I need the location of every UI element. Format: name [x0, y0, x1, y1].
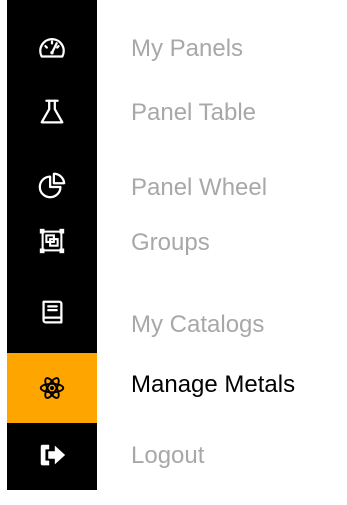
group-objects-icon [7, 206, 97, 276]
menu-item-label: My Panels [131, 35, 244, 62]
menu-item-label: Manage Metals [131, 371, 296, 398]
menu-item-label: Groups [131, 229, 210, 256]
logout-arrow-icon [7, 420, 97, 490]
sidebar-menu: My Panels Panel Table Panel Wheel Groups… [0, 0, 347, 505]
menu-item-my-catalogs[interactable]: My Catalogs [0, 277, 347, 347]
atom-icon [7, 353, 97, 423]
menu-item-my-panels[interactable]: My Panels [0, 13, 347, 83]
catalog-book-icon [7, 277, 97, 347]
menu-item-logout[interactable]: Logout [0, 420, 347, 490]
flask-icon [7, 77, 97, 147]
menu-item-panel-table[interactable]: Panel Table [0, 77, 347, 147]
menu-item-manage-metals[interactable]: Manage Metals [0, 353, 347, 423]
menu-item-label: Panel Table [131, 99, 256, 126]
menu-item-label: Panel Wheel [131, 174, 268, 201]
speedometer-icon [7, 13, 97, 83]
menu-item-groups[interactable]: Groups [0, 206, 347, 276]
menu-item-label: My Catalogs [131, 311, 265, 338]
menu-item-label: Logout [131, 442, 205, 469]
